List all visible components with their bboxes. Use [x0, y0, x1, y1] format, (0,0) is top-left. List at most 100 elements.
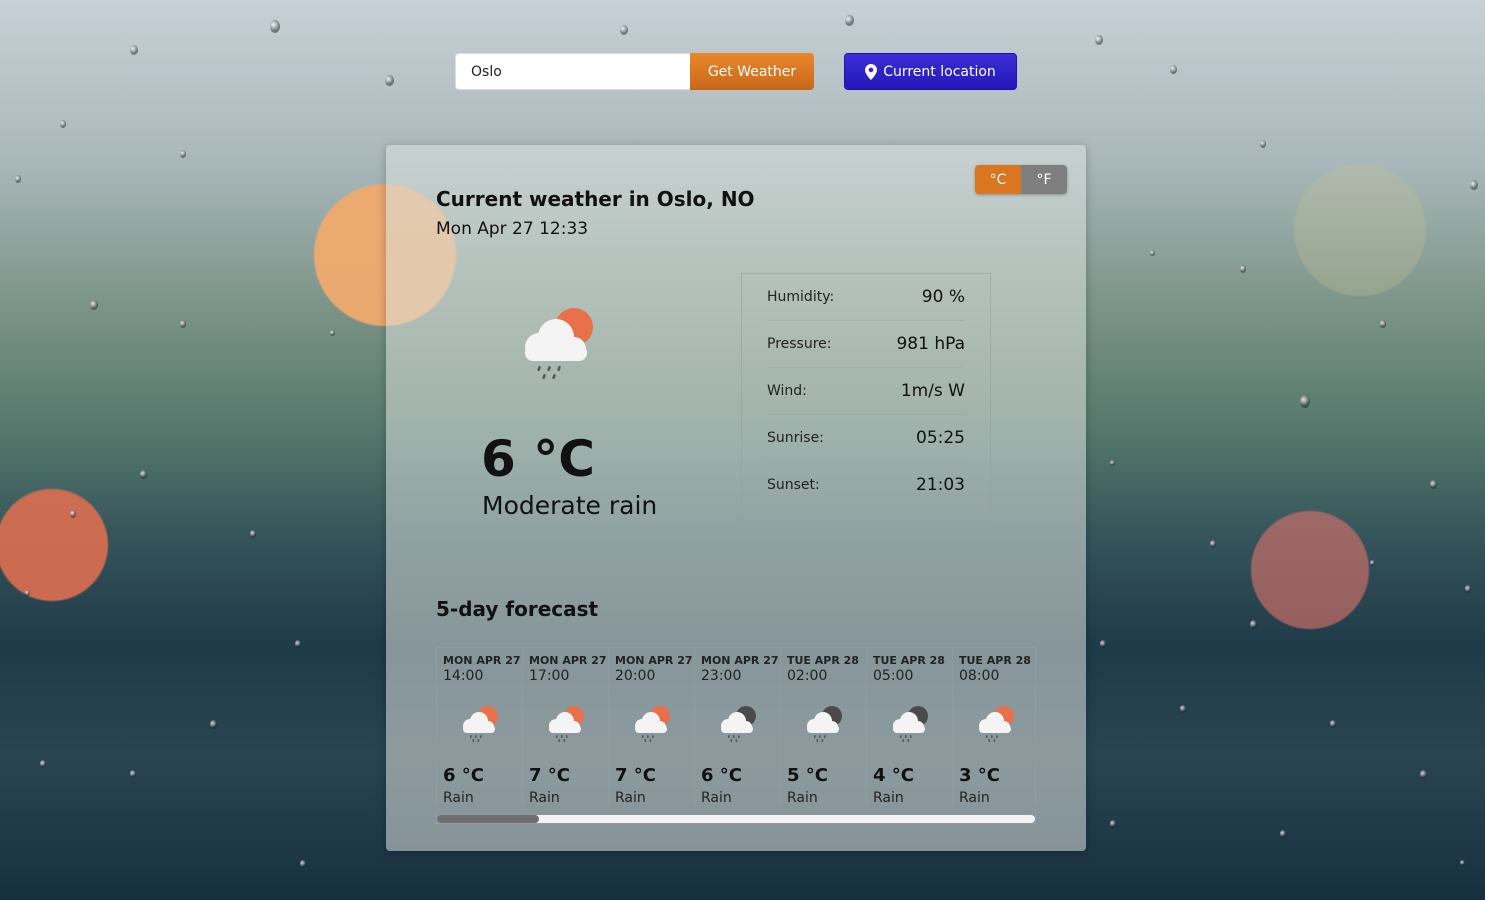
forecast-description: Rain [443, 790, 474, 806]
celsius-button[interactable]: °C [975, 165, 1021, 194]
detail-label: Humidity: [767, 289, 835, 305]
rain-drop [1370, 560, 1375, 567]
forecast-item: TUE APR 28 08:00 3 °C Rain [953, 648, 1035, 811]
forecast-item: MON APR 27 23:00 6 °C Rain [695, 648, 781, 811]
rain-drop [385, 75, 394, 87]
forecast-temperature: 6 °C [443, 765, 485, 786]
rain-drop [1110, 460, 1115, 467]
rain-drop [620, 25, 628, 35]
rain-drop [1180, 705, 1186, 713]
forecast-description: Rain [529, 790, 560, 806]
forecast-day: MON APR 27 [615, 654, 693, 667]
current-temperature: 6 °C [481, 430, 595, 488]
rain-drop [180, 320, 186, 328]
detail-value: 05:25 [916, 428, 965, 448]
current-location-label: Current location [883, 63, 996, 80]
rain-drop [1300, 395, 1310, 408]
weather-details-panel: Humidity: 90 % Pressure: 981 hPa Wind: 1… [741, 273, 991, 522]
forecast-day: MON APR 27 [701, 654, 779, 667]
rain-drop [90, 300, 98, 310]
forecast-temperature: 7 °C [529, 765, 571, 786]
rain-drop [250, 530, 256, 538]
detail-value: 981 hPa [896, 334, 965, 354]
rain-drop [1250, 620, 1257, 629]
detail-label: Pressure: [767, 336, 832, 352]
cloud-rain-moon-icon [807, 706, 842, 742]
rain-drop [60, 120, 66, 128]
current-location-button[interactable]: Current location [844, 53, 1017, 90]
forecast-day: TUE APR 28 [959, 654, 1031, 667]
rain-drop [1460, 860, 1465, 867]
rain-drop [1210, 540, 1216, 548]
cloud-rain-sun-icon [525, 308, 593, 380]
forecast-temperature: 5 °C [787, 765, 829, 786]
forecast-item: MON APR 27 17:00 7 °C Rain [523, 648, 609, 811]
rain-drop [1100, 640, 1106, 648]
rain-drop [70, 510, 76, 518]
cloud-rain-sun-icon [635, 706, 670, 742]
detail-label: Wind: [767, 383, 807, 399]
city-search-input[interactable] [455, 53, 690, 90]
rain-drop [1420, 770, 1427, 779]
map-pin-icon [865, 63, 878, 80]
detail-value: 1m/s W [900, 381, 965, 401]
rain-drop [1260, 140, 1266, 148]
cloud-rain-sun-icon [549, 706, 584, 742]
cloud-rain-sun-icon [979, 706, 1014, 742]
weather-card: °C °F Current weather in Oslo, NO Mon Ap… [386, 145, 1086, 851]
get-weather-button[interactable]: Get Weather [690, 53, 814, 90]
rain-drop [1240, 265, 1246, 273]
forecast-scroll-container[interactable]: MON APR 27 14:00 6 °C Rain MON APR 27 17:00 7 … [436, 647, 1036, 824]
forecast-description: Rain [959, 790, 990, 806]
unit-toggle: °C °F [975, 165, 1067, 194]
detail-row-wind: Wind: 1m/s W [767, 368, 965, 415]
search-bar: Get Weather [455, 53, 814, 90]
forecast-scrollbar[interactable] [437, 815, 1035, 823]
forecast-day: MON APR 27 [529, 654, 607, 667]
forecast-time: 05:00 [873, 668, 914, 684]
forecast-day: TUE APR 28 [787, 654, 859, 667]
forecast-item: TUE APR 28 05:00 4 °C Rain [867, 648, 953, 811]
forecast-day: TUE APR 28 [873, 654, 945, 667]
scrollbar-thumb[interactable] [437, 815, 539, 823]
rain-drop [845, 15, 854, 27]
detail-value: 90 % [921, 287, 965, 307]
fahrenheit-button[interactable]: °F [1021, 165, 1067, 194]
rain-drop [1280, 830, 1286, 838]
cloud-rain-sun-icon [463, 706, 498, 742]
forecast-temperature: 6 °C [701, 765, 743, 786]
detail-row-humidity: Humidity: 90 % [767, 274, 965, 321]
forecast-description: Rain [701, 790, 732, 806]
rain-drop [295, 640, 301, 648]
forecast-time: 14:00 [443, 668, 484, 684]
forecast-day: MON APR 27 [443, 654, 521, 667]
rain-drop [1430, 480, 1437, 489]
forecast-description: Rain [873, 790, 904, 806]
rain-drop [330, 330, 335, 337]
detail-value: 21:03 [916, 475, 965, 495]
forecast-time: 02:00 [787, 668, 828, 684]
forecast-item: MON APR 27 20:00 7 °C Rain [609, 648, 695, 811]
detail-row-pressure: Pressure: 981 hPa [767, 321, 965, 368]
detail-label: Sunset: [767, 477, 820, 493]
forecast-list: MON APR 27 14:00 6 °C Rain MON APR 27 17:00 7 … [437, 648, 1035, 811]
rain-drop [1380, 320, 1386, 328]
rain-drop [1330, 720, 1336, 728]
rain-drop [300, 860, 306, 868]
forecast-item: TUE APR 28 02:00 5 °C Rain [781, 648, 867, 811]
rain-drop [130, 770, 136, 778]
rain-drop [1470, 180, 1478, 190]
rain-drop [25, 590, 30, 597]
detail-row-sunset: Sunset: 21:03 [767, 462, 965, 508]
current-description: Moderate rain [482, 491, 658, 520]
rain-drop [15, 175, 21, 183]
rain-drop [270, 20, 280, 33]
cloud-rain-moon-icon [721, 706, 756, 742]
forecast-title: 5-day forecast [436, 597, 599, 621]
forecast-description: Rain [787, 790, 818, 806]
current-date: Mon Apr 27 12:33 [436, 219, 589, 239]
current-weather-title: Current weather in Oslo, NO [436, 187, 755, 211]
rain-drop [1095, 35, 1103, 45]
cloud-rain-moon-icon [893, 706, 928, 742]
detail-label: Sunrise: [767, 430, 824, 446]
